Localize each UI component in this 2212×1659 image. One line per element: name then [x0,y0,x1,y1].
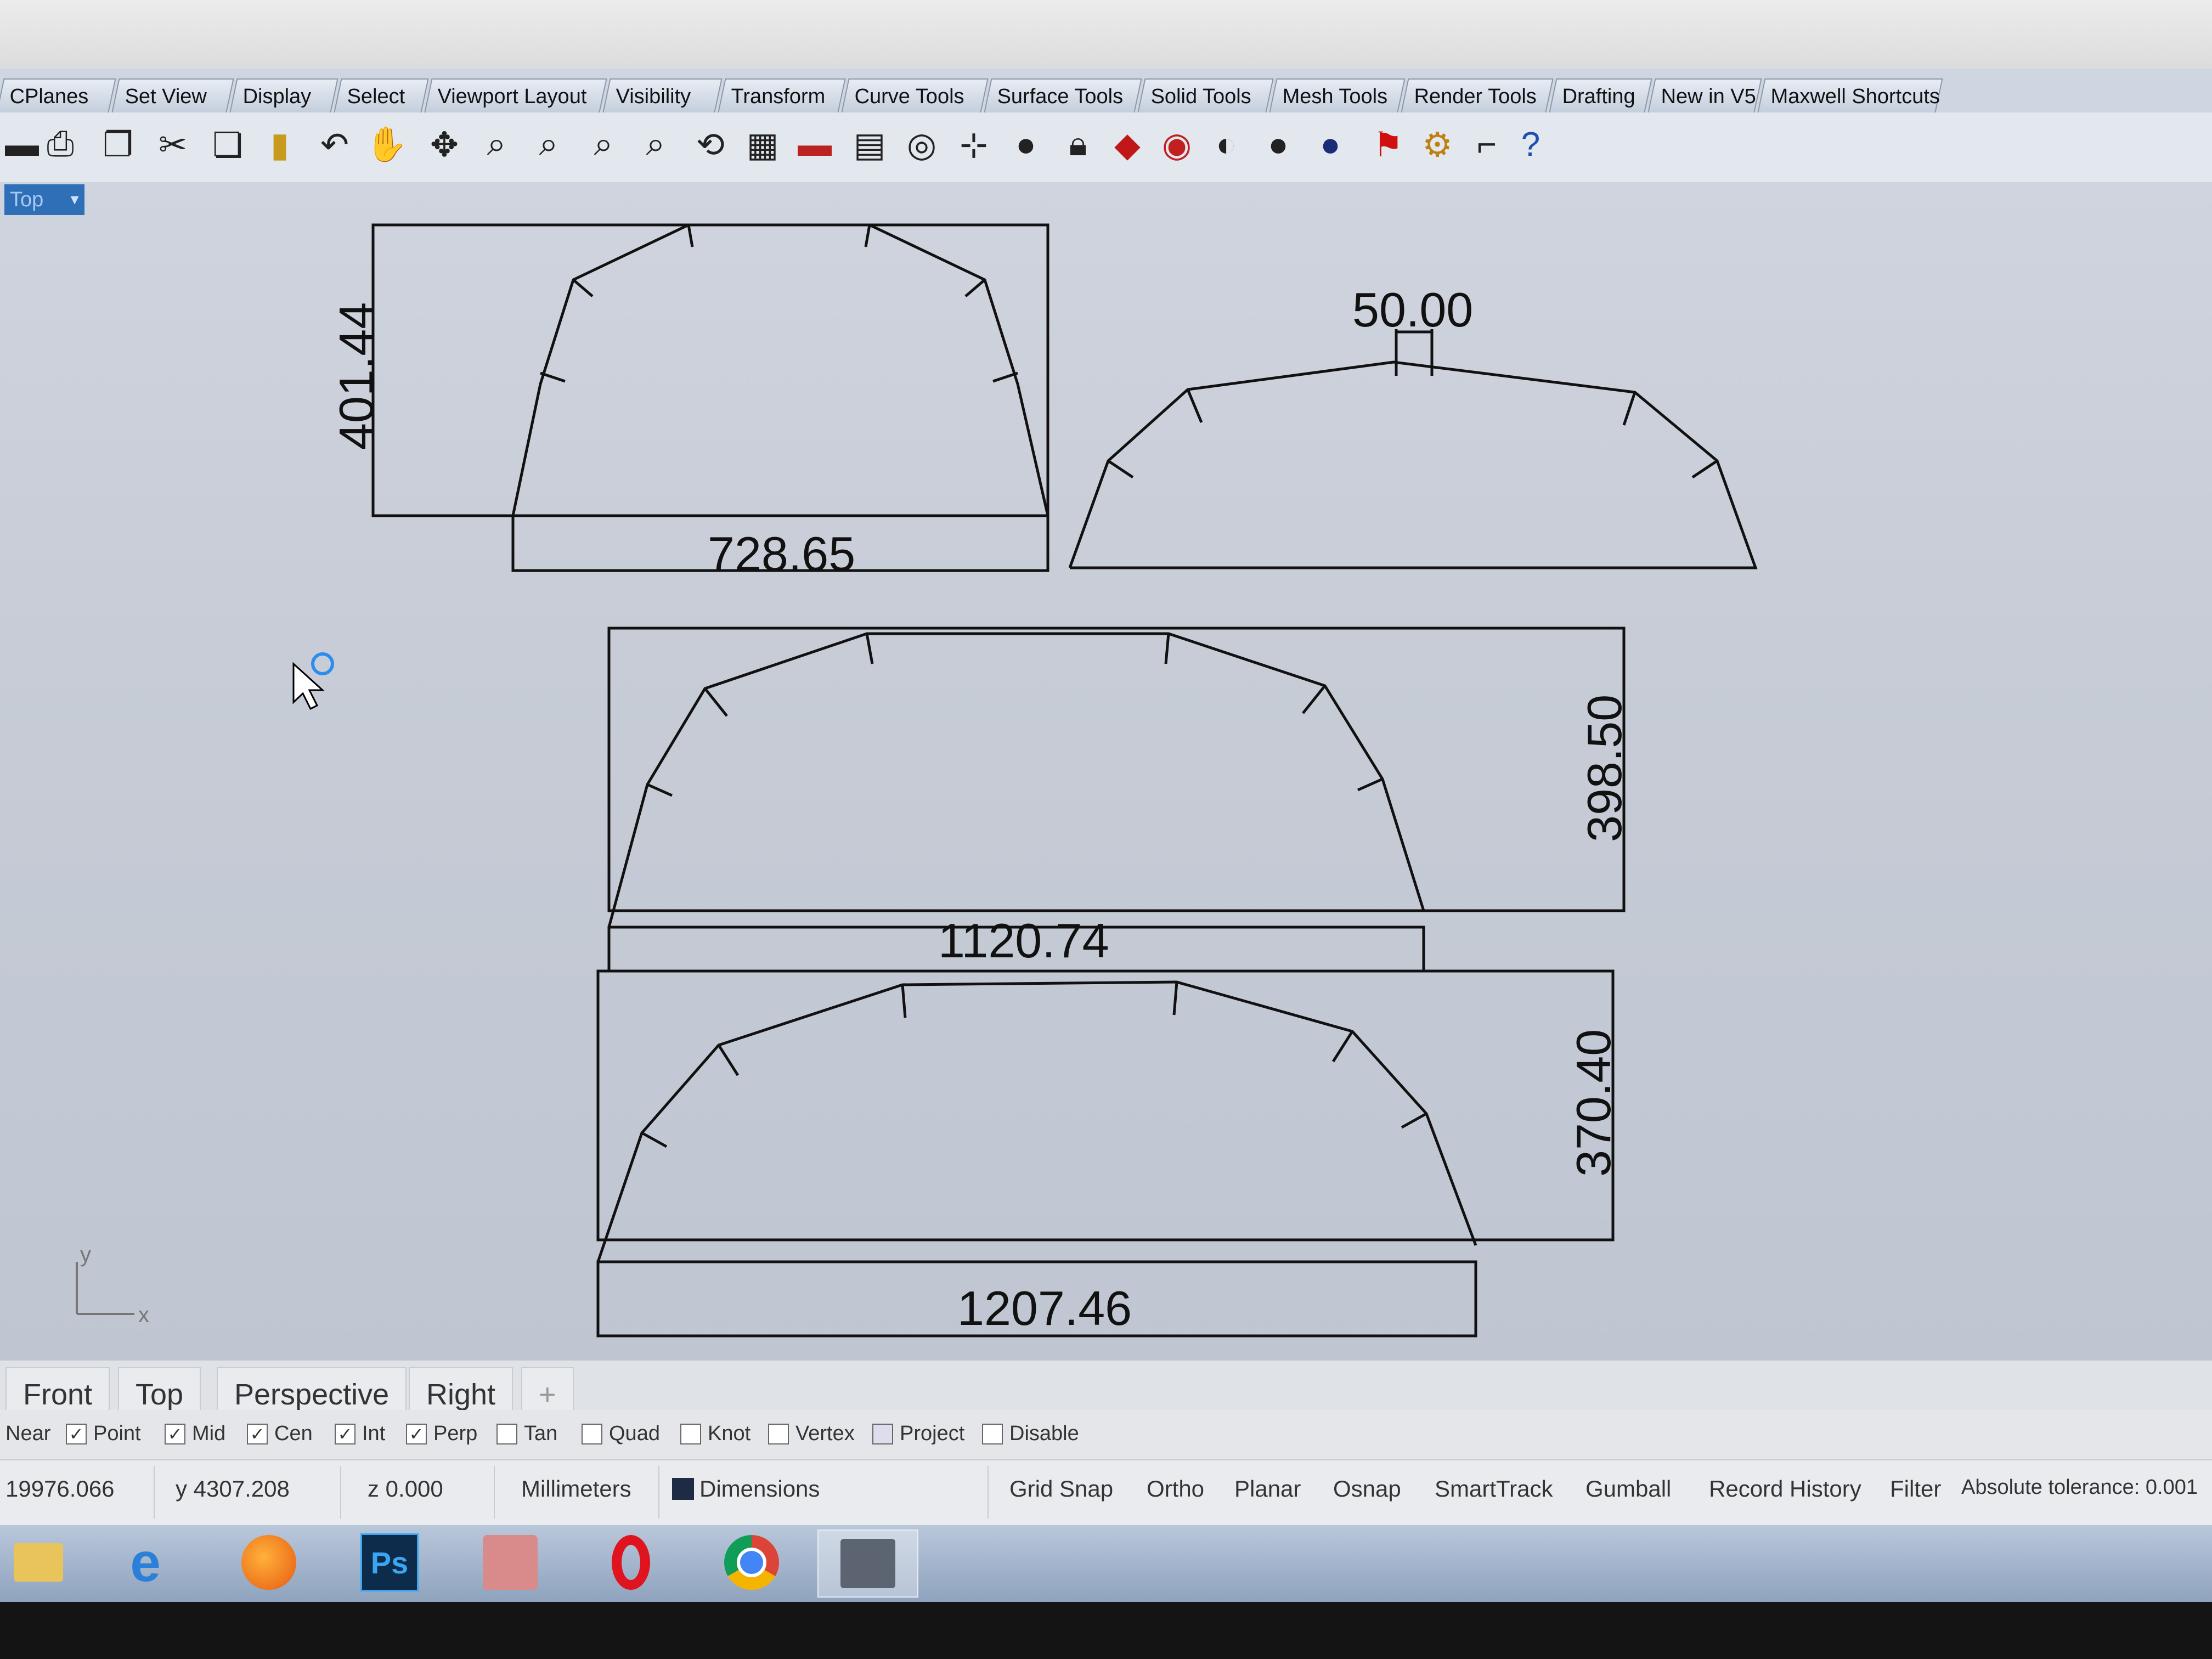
osnap-knot[interactable]: Knot [680,1422,751,1446]
osnap-near[interactable]: Near [5,1422,50,1446]
shape-4-profile [596,980,1477,1262]
shape-3 [607,627,1626,973]
osnap-cen-label: Cen [274,1422,313,1445]
shape-3-profile [607,632,1425,928]
status-layer-label: Dimensions [699,1476,820,1502]
shape-2 [1068,329,1758,569]
rhino-icon[interactable] [817,1530,918,1598]
shape-1-bounding-rect [371,223,1049,517]
monitor-bezel [0,1602,2212,1659]
smarttrack-toggle[interactable]: SmartTrack [1435,1476,1553,1502]
osnap-quad-label: Quad [609,1422,660,1445]
osnap-point-label: Point [93,1422,141,1445]
osnap-cen-checkbox[interactable]: ✓ [247,1423,268,1444]
shape-2-profile [1068,360,1758,569]
osnap-project-label: Project [900,1422,965,1445]
status-units[interactable]: Millimeters [521,1476,631,1502]
osnap-tan-checkbox[interactable] [496,1423,517,1444]
dim-shape1-width: 728.65 [708,527,855,581]
gumball-toggle[interactable]: Gumball [1585,1476,1671,1502]
osnap-vertex-checkbox[interactable] [768,1423,789,1444]
planar-toggle[interactable]: Planar [1234,1476,1301,1502]
osnap-tan[interactable]: Tan [496,1422,557,1446]
dim-shape1-height: 401.44 [329,302,383,450]
osnap-disable[interactable]: Disable [982,1422,1079,1446]
dim-shape2-top: 50.00 [1352,283,1473,337]
dim-shape4-width: 1207.46 [957,1281,1132,1335]
osnap-int[interactable]: ✓ Int [335,1422,385,1446]
ortho-toggle[interactable]: Ortho [1147,1476,1204,1502]
dim-shape4-height: 370.40 [1566,1029,1621,1177]
osnap-knot-label: Knot [708,1422,751,1445]
photoshop-icon[interactable]: Ps [351,1530,428,1595]
status-layer[interactable]: Dimensions [672,1476,820,1502]
osnap-near-label: Near [5,1422,51,1445]
dim-shape3-width: 1120.74 [938,913,1109,968]
osnap-mid[interactable]: ✓ Mid [165,1422,225,1446]
osnap-tan-label: Tan [524,1422,558,1445]
osnap-int-checkbox[interactable]: ✓ [335,1423,356,1444]
osnap-disable-label: Disable [1009,1422,1079,1445]
osnap-point[interactable]: ✓ Point [66,1422,141,1446]
status-bar: 19976.066 y 4307.208 z 0.000 Millimeters… [0,1459,2212,1532]
osnap-toggle[interactable]: Osnap [1333,1476,1401,1502]
shape-4-bounding-rect [596,969,1615,1242]
osnap-perp-checkbox[interactable]: ✓ [406,1423,427,1444]
axis-y-label: y [80,1243,91,1267]
status-x-coord: 19976.066 [5,1476,115,1502]
osnap-quad[interactable]: Quad [582,1422,660,1446]
osnap-quad-checkbox[interactable] [582,1423,602,1444]
osnap-vertex-label: Vertex [795,1422,855,1445]
osnap-project-checkbox[interactable] [872,1423,893,1444]
internet-explorer-icon[interactable]: e [107,1530,184,1595]
osnap-project[interactable]: Project [872,1422,964,1446]
osnap-int-label: Int [362,1422,386,1445]
osnap-perp[interactable]: ✓ Perp [406,1422,477,1446]
opera-icon[interactable] [592,1530,669,1595]
filter-toggle[interactable]: Filter [1890,1476,1941,1502]
chrome-icon[interactable] [713,1530,790,1595]
status-z-coord: z 0.000 [368,1476,443,1502]
dim-shape3-height: 398.50 [1577,695,1632,842]
image-viewer-icon[interactable] [472,1530,549,1595]
mouse-cursor-icon [292,652,334,710]
file-explorer-icon[interactable] [0,1530,77,1595]
layer-color-swatch [672,1478,694,1500]
status-y-coord: y 4307.208 [176,1476,290,1502]
osnap-perp-label: Perp [433,1422,478,1445]
firefox-icon[interactable] [230,1530,307,1595]
axis-indicator [76,1262,134,1315]
absolute-tolerance: Absolute tolerance: 0.001 [1961,1476,2198,1499]
osnap-knot-checkbox[interactable] [680,1423,701,1444]
osnap-vertex[interactable]: Vertex [768,1422,855,1446]
osnap-mid-checkbox[interactable]: ✓ [165,1423,185,1444]
shape-1 [371,223,1049,572]
osnap-mid-label: Mid [192,1422,226,1445]
windows-taskbar: e Ps [0,1525,2212,1602]
shape-1-profile [511,223,1049,516]
grid-snap-toggle[interactable]: Grid Snap [1009,1476,1113,1502]
osnap-cen[interactable]: ✓ Cen [247,1422,313,1446]
osnap-point-checkbox[interactable]: ✓ [66,1423,87,1444]
osnap-disable-checkbox[interactable] [982,1423,1003,1444]
axis-x-label: x [138,1303,149,1327]
record-history-toggle[interactable]: Record History [1709,1476,1861,1502]
